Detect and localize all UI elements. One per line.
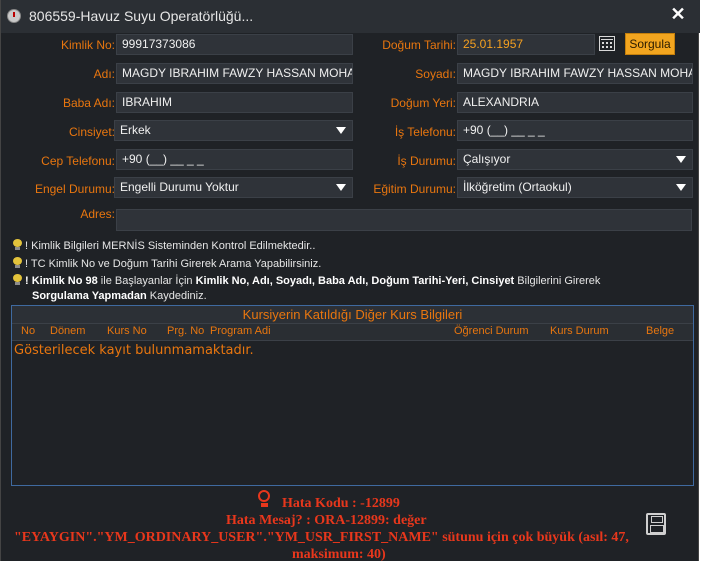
is-durumu-value: Çalışıyor (463, 152, 511, 166)
is-telefonu-label: İş Telefonu: (394, 125, 456, 139)
dialog-window: 806559-Havuz Suyu Operatörlüğü... ✕ Kiml… (0, 0, 700, 562)
col-program-adi[interactable]: Program Adi (210, 325, 271, 337)
soyadi-field[interactable]: MAGDY IBRAHIM FAWZY HASSAN MOHAM (457, 63, 693, 84)
is-telefonu-field[interactable]: +90 (__) __ _ _ (457, 120, 693, 141)
info-line-2: ! TC Kimlik No ve Doğum Tarihi Girerek A… (13, 257, 321, 270)
adres-label: Adres: (80, 207, 115, 221)
col-donem[interactable]: Dönem (50, 325, 85, 337)
col-kurs-no[interactable]: Kurs No (107, 325, 147, 337)
dogum-yeri-field[interactable]: ALEXANDRIA (457, 92, 693, 113)
cinsiyet-value: Erkek (120, 123, 151, 137)
adi-label: Adı: (93, 67, 115, 81)
baba-adi-label: Baba Adı: (62, 96, 115, 110)
grid-title: Kursiyerin Katıldığı Diğer Kurs Bilgiler… (12, 306, 693, 323)
cinsiyet-select[interactable]: Erkek (114, 120, 353, 141)
egitim-durumu-value: İlköğretim (Ortaokul) (463, 180, 572, 194)
info-line-3b: Sorgulama Yapmadan Kaydediniz. (32, 290, 207, 302)
egitim-durumu-select[interactable]: İlköğretim (Ortaokul) (457, 177, 693, 198)
chevron-down-icon (336, 184, 346, 191)
error-message-2: "EYAYGIN"."YM_ORDINARY_USER"."YM_USR_FIR… (14, 530, 629, 545)
chevron-down-icon (336, 127, 346, 134)
error-message-1: Hata Mesaj? : ORA-12899: değer (226, 513, 427, 528)
dogum-tarihi-field[interactable]: 25.01.1957 (457, 34, 595, 55)
calendar-icon[interactable] (599, 36, 615, 51)
grid-header: No Dönem Kurs No Prg. No Program Adi Öğr… (12, 323, 693, 341)
kimlik-no-label: Kimlik No: (60, 38, 115, 52)
engel-durumu-label: Engel Durumu: (34, 182, 115, 196)
col-kurs-durum[interactable]: Kurs Durum (550, 325, 609, 337)
cep-telefonu-field[interactable]: +90 (__) __ _ _ (116, 149, 353, 170)
sorgula-button[interactable]: Sorgula (625, 33, 675, 55)
empty-message: Gösterilecek kayıt bulunmamaktadır. (14, 343, 254, 358)
chevron-down-icon (676, 156, 686, 163)
egitim-durumu-label: Eğitim Durumu: (373, 182, 456, 196)
engel-durumu-value: Engelli Durumu Yoktur (120, 180, 239, 194)
app-icon (7, 9, 21, 23)
is-durumu-label: İş Durumu: (397, 154, 456, 168)
cinsiyet-label: Cinsiyet: (68, 125, 115, 139)
cep-telefonu-label: Cep Telefonu: (41, 154, 115, 168)
error-bulb-icon (257, 490, 273, 510)
dogum-yeri-label: Doğum Yeri: (390, 96, 456, 110)
window-title: 806559-Havuz Suyu Operatörlüğü... (29, 8, 254, 24)
save-icon[interactable] (646, 513, 666, 535)
info-line-3: ! Kimlik No 98 ile Başlayanlar İçin Kiml… (13, 274, 600, 287)
baba-adi-field[interactable]: IBRAHIM (116, 92, 353, 113)
adres-field[interactable] (116, 209, 692, 231)
col-no[interactable]: No (21, 325, 35, 337)
courses-grid: Kursiyerin Katıldığı Diğer Kurs Bilgiler… (11, 305, 694, 486)
info-bulb-icon (13, 274, 22, 286)
is-durumu-select[interactable]: Çalışıyor (457, 149, 693, 170)
error-code: Hata Kodu : -12899 (282, 496, 400, 511)
info-line-1: ! Kimlik Bilgileri MERNİS Sisteminden Ko… (13, 239, 315, 252)
engel-durumu-select[interactable]: Engelli Durumu Yoktur (114, 177, 353, 198)
info-bulb-icon (13, 239, 22, 251)
col-belge[interactable]: Belge (646, 325, 674, 337)
dogum-tarihi-label: Doğum Tarihi: (382, 38, 456, 52)
adi-field[interactable]: MAGDY IBRAHIM FAWZY HASSAN MOHAM (116, 63, 353, 84)
chevron-down-icon (676, 184, 686, 191)
close-icon[interactable]: ✕ (668, 4, 688, 24)
info-bulb-icon (13, 257, 22, 269)
col-prg-no[interactable]: Prg. No (167, 325, 204, 337)
soyadi-label: Soyadı: (415, 67, 456, 81)
col-ogrenci-durum[interactable]: Öğrenci Durum (454, 325, 529, 337)
kimlik-no-field[interactable]: 99917373086 (116, 34, 353, 55)
title-bar: 806559-Havuz Suyu Operatörlüğü... ✕ (1, 0, 700, 33)
